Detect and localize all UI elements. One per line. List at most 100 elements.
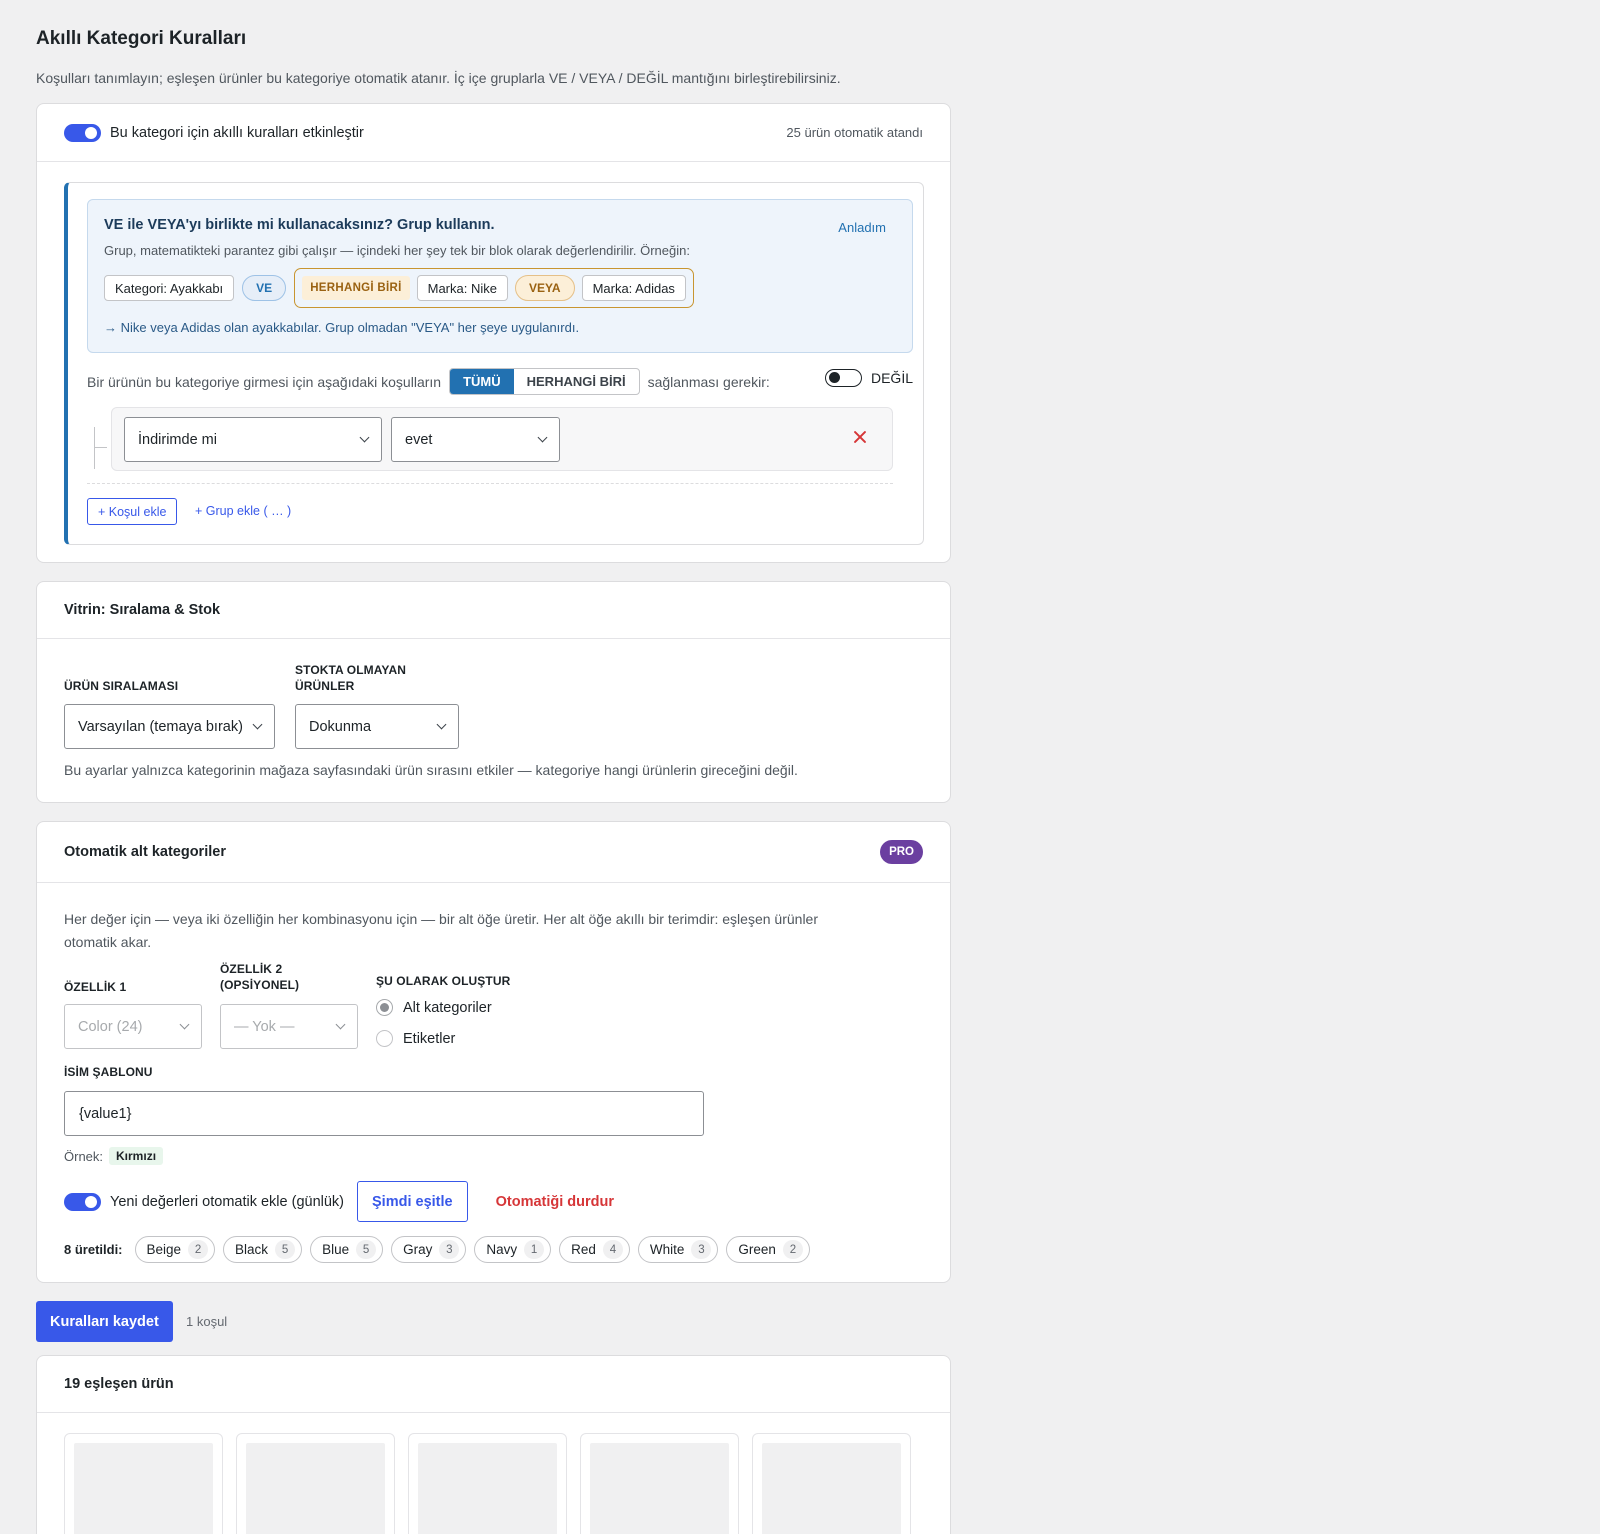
generated-chip[interactable]: Red 4 — [559, 1236, 630, 1263]
add-condition-button[interactable]: + Koşul ekle — [87, 498, 178, 525]
chevron-down-icon — [359, 432, 370, 443]
match-prefix: Bir ürünün bu kategoriye girmesi için aş… — [87, 373, 442, 390]
attr2-label-line1: ÖZELLİK 2 — [220, 962, 283, 976]
help-dismiss-link[interactable]: Anladım — [838, 220, 886, 235]
generated-chip[interactable]: Navy 1 — [474, 1236, 552, 1263]
product-card[interactable] — [64, 1433, 223, 1534]
page-title: Akıllı Kategori Kuralları — [36, 28, 247, 49]
chip-count: 3 — [439, 1240, 460, 1259]
attr1-select[interactable]: Color (24) — [64, 1004, 202, 1049]
product-image-placeholder — [246, 1443, 385, 1534]
condition-value-value: evet — [405, 431, 433, 448]
add-group-link[interactable]: + Grup ekle ( … ) — [195, 504, 291, 518]
not-control: DEĞİL — [824, 368, 913, 387]
help-title: VE ile VEYA'yı birlikte mi kullanacaksın… — [104, 217, 495, 233]
product-grid — [64, 1433, 911, 1534]
product-card[interactable] — [752, 1433, 911, 1534]
auto-sub-description: Her değer için — veya iki özelliğin her … — [64, 908, 904, 954]
auto-add-toggle[interactable] — [64, 1192, 101, 1211]
page-intro: Koşulları tanımlayın; eşleşen ürünler bu… — [36, 70, 841, 86]
example-any-tag: HERHANGİ BİRİ — [302, 276, 410, 300]
sort-select[interactable]: Varsayılan (temaya bırak) — [64, 704, 275, 749]
generated-chip[interactable]: Green 2 — [726, 1236, 810, 1263]
storefront-title: Vitrin: Sıralama & Stok — [64, 602, 221, 618]
match-mode-line: Bir ürünün bu kategoriye girmesi için aş… — [87, 368, 913, 395]
stop-auto-button[interactable]: Otomatiği durdur — [496, 1194, 614, 1210]
generated-chip[interactable]: Beige 2 — [134, 1236, 216, 1263]
chip-name: Black — [235, 1242, 269, 1257]
attr1-label: ÖZELLİK 1 — [64, 980, 127, 994]
chevron-down-icon — [436, 719, 447, 730]
chip-count: 1 — [524, 1240, 545, 1259]
radio-subcategories[interactable]: Alt kategoriler — [376, 999, 492, 1016]
match-any-button[interactable]: HERHANGİ BİRİ — [514, 369, 639, 394]
product-card[interactable] — [580, 1433, 739, 1534]
example-chip-category: Kategori: Ayakkabı — [104, 275, 235, 301]
stock-label-line2: ÜRÜNLER — [295, 679, 355, 693]
help-text: Grup, matematikteki parantez gibi çalışı… — [104, 243, 690, 258]
example-label: Örnek: — [64, 1148, 104, 1164]
condition-value-select[interactable]: evet — [391, 417, 560, 462]
sync-now-button[interactable]: Şimdi eşitle — [357, 1181, 468, 1222]
attr2-label-line2: (OPSİYONEL) — [220, 978, 300, 992]
product-image-placeholder — [418, 1443, 557, 1534]
not-toggle[interactable] — [824, 368, 862, 387]
condition-field-value: İndirimde mi — [138, 431, 217, 448]
storefront-header: Vitrin: Sıralama & Stok — [37, 582, 950, 639]
condition-field-select[interactable]: İndirimde mi — [124, 417, 382, 462]
match-suffix: sağlanması gerekir: — [647, 373, 770, 390]
chip-name: White — [649, 1242, 685, 1257]
radio-tags[interactable]: Etiketler — [376, 1030, 455, 1047]
chip-name: Green — [738, 1242, 776, 1257]
remove-condition-icon[interactable] — [853, 430, 867, 444]
generated-chip[interactable]: White 3 — [637, 1236, 719, 1263]
chip-name: Beige — [146, 1242, 182, 1257]
matches-header: 19 eşleşen ürün — [37, 1356, 950, 1413]
name-template-input[interactable]: {value1} — [64, 1091, 704, 1136]
attr2-label: ÖZELLİK 2 (OPSİYONEL) — [220, 961, 299, 993]
radio-empty-icon — [376, 1030, 393, 1047]
chip-name: Gray — [403, 1242, 433, 1257]
chip-count: 3 — [691, 1240, 712, 1259]
example-chip-adidas: Marka: Adidas — [581, 275, 686, 301]
name-example: Örnek: Kırmızı — [64, 1147, 164, 1165]
storefront-card: Vitrin: Sıralama & Stok ÜRÜN SIRALAMASI … — [36, 581, 951, 803]
product-image-placeholder — [762, 1443, 901, 1534]
help-example: Kategori: Ayakkabı VE HERHANGİ BİRİ Mark… — [104, 268, 694, 308]
save-rules-button[interactable]: Kuralları kaydet — [36, 1301, 173, 1342]
stock-label: STOKTA OLMAYAN ÜRÜNLER — [295, 662, 406, 694]
radio-tags-label: Etiketler — [403, 1030, 456, 1047]
example-group: HERHANGİ BİRİ Marka: Nike VEYA Marka: Ad… — [294, 268, 694, 308]
enable-rules-toggle[interactable] — [64, 123, 101, 142]
rule-group: VE ile VEYA'yı birlikte mi kullanacaksın… — [64, 182, 924, 545]
generated-chip[interactable]: Black 5 — [223, 1236, 303, 1263]
chip-name: Red — [571, 1242, 596, 1257]
divider — [87, 483, 893, 484]
name-template-label: İSİM ŞABLONU — [64, 1065, 153, 1079]
attr2-select[interactable]: — Yok — — [220, 1004, 358, 1049]
product-card[interactable] — [236, 1433, 395, 1534]
product-image-placeholder — [590, 1443, 729, 1534]
chip-count: 2 — [782, 1240, 803, 1259]
chip-count: 5 — [275, 1240, 296, 1259]
auto-sub-title: Otomatik alt kategoriler — [64, 844, 226, 860]
sort-label: ÜRÜN SIRALAMASI — [64, 679, 179, 693]
example-chip-nike: Marka: Nike — [416, 275, 508, 301]
generated-chip[interactable]: Blue 5 — [310, 1236, 384, 1263]
stock-select[interactable]: Dokunma — [295, 704, 459, 749]
radio-subcategories-label: Alt kategoriler — [403, 999, 492, 1016]
chip-count: 4 — [602, 1240, 623, 1259]
not-label: DEĞİL — [870, 369, 913, 386]
auto-add-row: Yeni değerleri otomatik ekle (günlük) Şi… — [64, 1181, 614, 1222]
stock-label-line1: STOKTA OLMAYAN — [295, 663, 406, 677]
product-card[interactable] — [408, 1433, 567, 1534]
enable-rules-label: Bu kategori için akıllı kuralları etkinl… — [110, 124, 364, 141]
rules-card-header: Bu kategori için akıllı kuralları etkinl… — [37, 104, 950, 162]
match-all-button[interactable]: TÜMÜ — [450, 369, 514, 394]
sort-value: Varsayılan (temaya bırak) — [78, 718, 243, 735]
example-value: Kırmızı — [109, 1147, 164, 1165]
generated-label: 8 üretildi: — [64, 1242, 123, 1257]
tree-connector — [94, 427, 107, 469]
auto-sub-header: Otomatik alt kategoriler PRO — [37, 822, 950, 883]
generated-chip[interactable]: Gray 3 — [391, 1236, 467, 1263]
